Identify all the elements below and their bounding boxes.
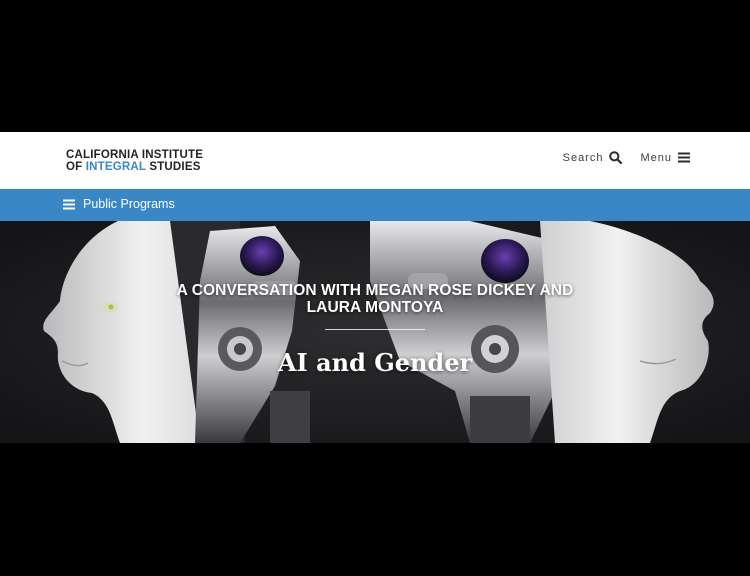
- hero-divider: [325, 329, 425, 330]
- search-icon: [609, 151, 623, 164]
- site-logo[interactable]: CALIFORNIA INSTITUTE OF INTEGRAL STUDIES: [66, 149, 203, 173]
- hero-banner: A CONVERSATION WITH MEGAN ROSE DICKEY AN…: [0, 221, 750, 443]
- page: CALIFORNIA INSTITUTE OF INTEGRAL STUDIES…: [0, 0, 750, 576]
- hamburger-icon: [63, 199, 75, 210]
- search-label: Search: [562, 151, 604, 164]
- menu-label: Menu: [640, 151, 672, 164]
- subnav-bar: Public Programs: [0, 189, 750, 221]
- logo-line-2: OF INTEGRAL STUDIES: [66, 161, 203, 173]
- search-button[interactable]: Search: [563, 151, 623, 164]
- logo-line-2-accent: INTEGRAL: [85, 161, 146, 173]
- hero-content: A CONVERSATION WITH MEGAN ROSE DICKEY AN…: [0, 221, 750, 443]
- hamburger-icon: [678, 152, 690, 163]
- site-header: CALIFORNIA INSTITUTE OF INTEGRAL STUDIES…: [0, 132, 750, 189]
- hero-kicker: A CONVERSATION WITH MEGAN ROSE DICKEY AN…: [176, 282, 574, 316]
- logo-line-2-prefix: OF: [66, 161, 86, 173]
- menu-button[interactable]: Menu: [640, 152, 690, 164]
- public-programs-menu-button[interactable]: Public Programs: [63, 197, 175, 211]
- subnav-label: Public Programs: [83, 197, 175, 211]
- header-actions: Search Menu: [563, 151, 690, 164]
- hero-title: AI and Gender: [277, 348, 473, 377]
- logo-line-2-suffix: STUDIES: [145, 161, 201, 173]
- logo-line-1: CALIFORNIA INSTITUTE: [66, 149, 204, 161]
